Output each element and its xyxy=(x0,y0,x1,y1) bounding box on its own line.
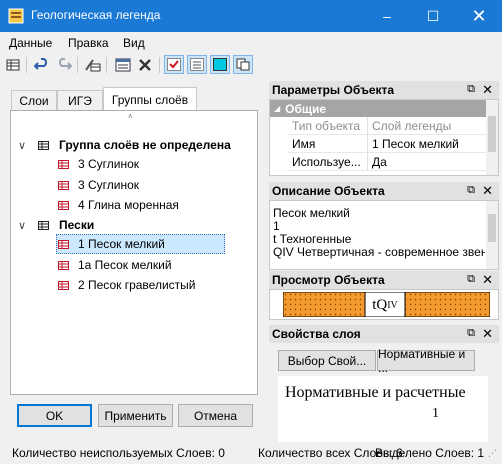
table-icon[interactable] xyxy=(113,55,133,74)
property-name: Имя xyxy=(288,135,368,153)
collapse-chevron-icon[interactable]: ∨ xyxy=(18,139,26,152)
notes-icon[interactable] xyxy=(187,55,207,74)
collapse-chevron-icon[interactable]: ∨ xyxy=(18,219,26,232)
check-icon[interactable] xyxy=(164,55,184,74)
tree-item-label: 3 Суглинок xyxy=(78,157,140,171)
tree-item-label: 4 Глина моренная xyxy=(78,198,179,212)
tree-item-label: 1 Песок мелкий xyxy=(78,237,165,251)
property-value[interactable]: Да xyxy=(368,153,486,171)
collapse-arrow-icon[interactable]: ◢ xyxy=(274,104,280,113)
params-panel-header: Параметры Объекта ⧉ ✕ xyxy=(269,81,499,99)
float-panel-icon[interactable]: ⧉ xyxy=(467,184,475,197)
layer-icon xyxy=(58,280,69,290)
tree-group[interactable]: Группа слоёв не определена xyxy=(38,136,231,154)
float-panel-icon[interactable]: ⧉ xyxy=(467,83,475,96)
delete-icon[interactable] xyxy=(135,55,155,74)
property-name: Тип объекта xyxy=(288,117,368,135)
resize-grip-icon[interactable]: ⋰ xyxy=(488,448,497,459)
layer-index-label: tQ IV xyxy=(372,296,398,313)
params-panel-title: Параметры Объекта xyxy=(272,83,395,97)
app-icon xyxy=(8,8,24,24)
preview-panel-title: Просмотр Объекта xyxy=(272,273,385,287)
title-bar: Геологическая легенда – ☐ ✕ xyxy=(0,0,502,32)
copy-icon[interactable] xyxy=(233,55,253,74)
property-category[interactable]: ◢ Общие xyxy=(270,100,486,117)
color-fill-icon[interactable] xyxy=(210,55,230,74)
redo-icon[interactable] xyxy=(54,55,74,74)
description-textarea[interactable]: Песок мелкий 1 t Техногенные QIV Четверт… xyxy=(269,200,499,270)
layer-group-icon xyxy=(38,220,49,230)
layer-icon xyxy=(58,200,69,210)
cancel-button[interactable]: Отмена xyxy=(178,404,253,427)
properties-heading: Нормативные и расчетные xyxy=(285,384,466,401)
close-panel-icon[interactable]: ✕ xyxy=(482,272,493,288)
tree-item-label: 2 Песок гравелистый xyxy=(78,278,196,292)
props-panel-title: Свойства слоя xyxy=(272,327,361,341)
minimize-button[interactable]: – xyxy=(364,0,410,32)
tree-group-label: Пески xyxy=(59,218,95,232)
status-selected-count: Выделено Слоев: 1 xyxy=(375,446,485,460)
close-panel-icon[interactable]: ✕ xyxy=(482,326,493,342)
desc-panel-title: Описание Объекта xyxy=(272,184,385,198)
layer-icon xyxy=(58,159,69,169)
description-line: Песок мелкий xyxy=(273,207,350,220)
properties-digit: 1 xyxy=(432,406,439,421)
ok-button[interactable]: OK xyxy=(17,404,92,427)
menu-data[interactable]: Данные xyxy=(9,36,52,50)
desc-panel-header: Описание Объекта ⧉ ✕ xyxy=(269,182,499,200)
edit-layer-icon[interactable] xyxy=(83,55,103,74)
property-category-label: Общие xyxy=(285,101,327,116)
tree-item-label: 3 Суглинок xyxy=(78,178,140,192)
properties-document: Нормативные и расчетные 1 xyxy=(278,376,488,442)
menu-view[interactable]: Вид xyxy=(123,36,145,50)
tree-item-label: 1а Песок мелкий xyxy=(78,258,172,272)
property-value[interactable]: 1 Песок мелкий xyxy=(368,135,486,153)
props-panel-header: Свойства слоя ⧉ ✕ xyxy=(269,325,499,343)
status-bar: Количество неиспользуемых Слоев: 0 Колич… xyxy=(0,446,502,464)
scroll-up-icon[interactable]: ˄ xyxy=(128,112,133,121)
layer-icon xyxy=(58,239,69,249)
float-panel-icon[interactable]: ⧉ xyxy=(467,273,475,286)
maximize-button[interactable]: ☐ xyxy=(410,0,456,32)
grid-icon[interactable] xyxy=(3,55,23,74)
tree-group-label: Группа слоёв не определена xyxy=(59,138,231,152)
close-panel-icon[interactable]: ✕ xyxy=(482,82,493,98)
property-name: Используе... xyxy=(288,153,368,171)
layer-group-icon xyxy=(38,140,49,150)
tree-item[interactable]: 1а Песок мелкий xyxy=(58,256,172,274)
tab-layer-groups[interactable]: Группы слоёв xyxy=(103,87,197,111)
tree-item-selected[interactable]: 1 Песок мелкий xyxy=(58,235,165,253)
status-unused-count: Количество неиспользуемых Слоев: 0 xyxy=(12,446,225,460)
close-panel-icon[interactable]: ✕ xyxy=(482,183,493,199)
tree-item[interactable]: 3 Суглинок xyxy=(58,155,139,173)
layer-icon xyxy=(58,180,69,190)
tree-item[interactable]: 4 Глина моренная xyxy=(58,196,179,214)
undo-icon[interactable] xyxy=(32,55,52,74)
tab-ige[interactable]: ИГЭ xyxy=(57,90,103,110)
preview-panel-header: Просмотр Объекта ⧉ ✕ xyxy=(269,271,499,289)
layer-icon xyxy=(58,260,69,270)
tab-layers[interactable]: Слои xyxy=(11,90,57,110)
tree-group[interactable]: Пески xyxy=(38,216,94,234)
desc-scroll-thumb[interactable] xyxy=(488,214,496,242)
close-button[interactable]: ✕ xyxy=(456,0,502,32)
tab-normative-values[interactable]: Нормативные и ... xyxy=(377,347,475,375)
apply-button[interactable]: Применить xyxy=(98,404,173,427)
window-title: Геологическая легенда xyxy=(31,8,161,22)
float-panel-icon[interactable]: ⧉ xyxy=(467,327,475,340)
description-line: QIV Четвертичная - современное звено xyxy=(273,245,485,259)
tab-select-properties[interactable]: Выбор Свой... xyxy=(278,350,376,371)
property-value[interactable]: Слой легенды xyxy=(368,117,486,135)
tree-item[interactable]: 3 Суглинок xyxy=(58,176,139,194)
menu-edit[interactable]: Правка xyxy=(68,36,109,50)
params-scroll-thumb[interactable] xyxy=(488,116,496,152)
tree-item[interactable]: 2 Песок гравелистый xyxy=(58,276,195,294)
